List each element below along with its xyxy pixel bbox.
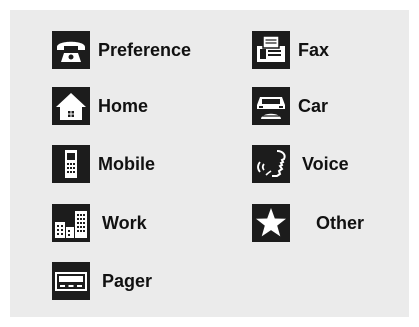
telephone-icon [52, 31, 90, 69]
item-label: Pager [102, 271, 153, 291]
item-label: Preference [98, 40, 192, 60]
pager-icon [52, 262, 90, 300]
item-label: Work [102, 213, 147, 233]
voice-icon [252, 145, 290, 183]
item-label: Fax [298, 40, 330, 60]
mobile-phone-icon [52, 145, 90, 183]
item-label: Other [316, 213, 365, 233]
house-icon [52, 87, 90, 125]
fax-icon [252, 31, 290, 69]
item-label: Home [98, 96, 149, 116]
item-label: Voice [302, 154, 349, 174]
legend-panel: Preference Fax Home Car Mobile Voice Wor… [10, 10, 409, 317]
car-phone-icon [252, 87, 290, 125]
star-icon [252, 204, 290, 242]
item-label: Mobile [98, 154, 155, 174]
item-label: Car [298, 96, 329, 116]
office-buildings-icon [52, 204, 90, 242]
